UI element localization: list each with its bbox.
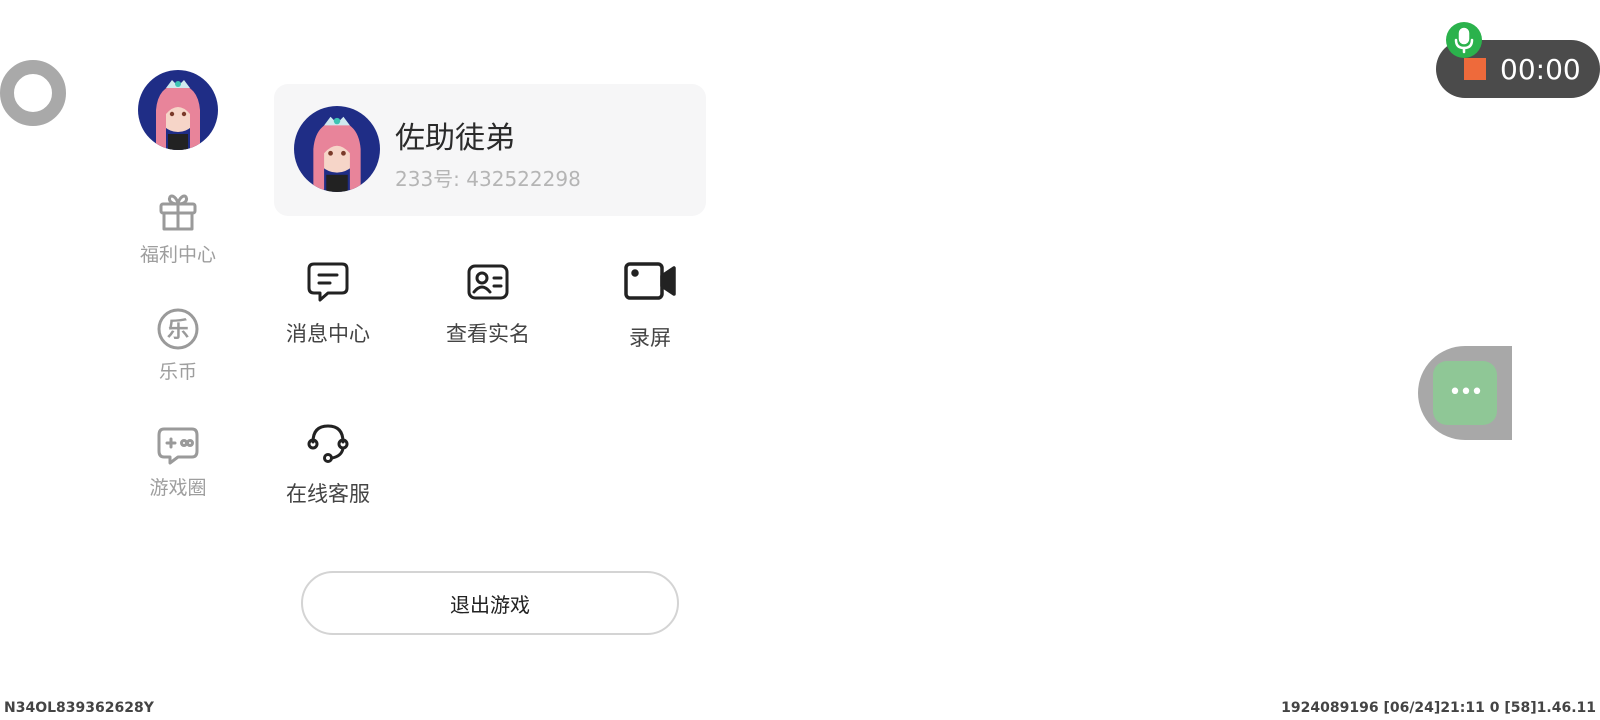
more-menu-button[interactable]: •••	[1433, 361, 1497, 425]
headset-icon	[304, 418, 352, 466]
real-name-button[interactable]: 查看实名	[423, 258, 553, 348]
device-serial: N34OL839362628Y	[4, 700, 154, 716]
rail-item-game-circle[interactable]: 游戏圈	[130, 423, 226, 500]
profile-name: 佐助徒弟	[395, 121, 515, 156]
coin-icon: 乐	[156, 307, 200, 351]
message-center-button[interactable]: 消息中心	[263, 258, 393, 348]
screen-record-button[interactable]: 录屏	[585, 258, 715, 352]
stop-record-icon[interactable]	[1464, 58, 1486, 80]
rail-avatar[interactable]	[138, 70, 218, 150]
function-label: 消息中心	[286, 322, 370, 346]
gamepad-icon	[156, 423, 200, 467]
rail-item-label: 游戏圈	[149, 477, 207, 499]
function-label: 录屏	[629, 326, 671, 350]
rail-item-welfare[interactable]: 福利中心	[130, 190, 226, 267]
profile-uid: 233号: 432522298	[395, 167, 581, 191]
rail-item-label: 乐币	[158, 361, 197, 383]
record-timer: 00:00	[1500, 53, 1581, 86]
id-card-icon	[464, 258, 512, 306]
message-icon	[304, 258, 352, 306]
profile-avatar	[294, 106, 380, 192]
exit-game-button[interactable]: 退出游戏	[301, 571, 679, 635]
gift-icon	[156, 190, 200, 234]
build-info: 1924089196 [06/24]21:11 0 [58]1.46.11	[1281, 700, 1596, 716]
more-icon: •••	[1448, 380, 1484, 405]
function-label: 查看实名	[446, 322, 530, 346]
online-service-button[interactable]: 在线客服	[263, 418, 393, 508]
svg-text:乐: 乐	[167, 318, 189, 343]
microphone-icon[interactable]	[1446, 22, 1482, 58]
rail-item-coins[interactable]: 乐 乐币	[130, 307, 226, 384]
rail-item-label: 福利中心	[139, 244, 216, 266]
floating-ring-button[interactable]	[0, 60, 66, 126]
video-camera-icon	[623, 258, 677, 306]
function-label: 在线客服	[286, 482, 370, 506]
